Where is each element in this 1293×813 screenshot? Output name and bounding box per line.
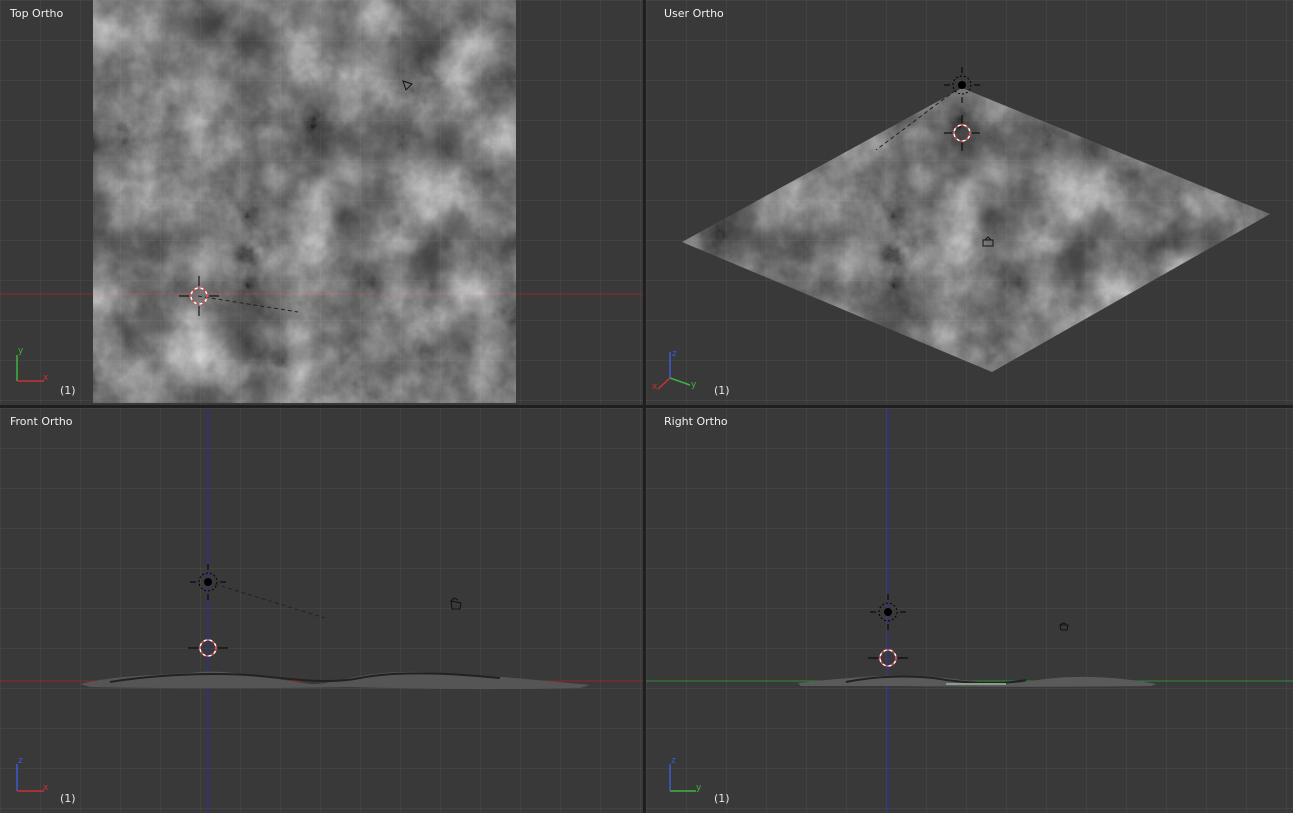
viewport-right-ortho[interactable]: z y Right Ortho (1): [646, 408, 1293, 813]
axis-label-y: y: [696, 783, 702, 793]
viewport-title: Top Ortho: [10, 7, 64, 20]
terrain-mesh: [682, 88, 1270, 372]
axis-label-z: z: [671, 756, 676, 766]
terrain-mesh: [80, 671, 590, 690]
camera-icon[interactable]: [1059, 622, 1069, 631]
axis-label-z: z: [18, 756, 23, 766]
axis-gizmo: z x: [16, 756, 49, 793]
lamp-icon[interactable]: [870, 594, 906, 630]
viewport-title: Right Ortho: [664, 415, 728, 428]
axis-label-x: x: [43, 783, 49, 793]
axis-label-x: x: [43, 373, 49, 383]
viewport-title: User Ortho: [664, 7, 724, 20]
viewport-top-ortho[interactable]: y x Top Ortho (1): [0, 0, 643, 405]
camera-icon[interactable]: [450, 597, 462, 610]
terrain-mesh: [93, 0, 516, 403]
frame-number: (1): [60, 384, 76, 397]
axis-label-y: y: [18, 346, 24, 356]
axis-gizmo: y x: [16, 346, 49, 383]
frame-number: (1): [714, 384, 730, 397]
viewport-user-ortho[interactable]: z y x User Ortho (1): [646, 0, 1293, 405]
frame-number: (1): [714, 792, 730, 805]
axis-label-z: z: [672, 349, 677, 359]
axis-label-x: x: [652, 382, 658, 392]
frame-number: (1): [60, 792, 76, 805]
lamp-icon[interactable]: [190, 564, 226, 600]
axis-gizmo: z y: [669, 756, 702, 793]
axis-gizmo: z y x: [652, 349, 697, 392]
lamp-direction-line: [207, 581, 326, 619]
viewport-front-ortho[interactable]: z x Front Ortho (1): [0, 408, 643, 813]
viewport-title: Front Ortho: [10, 415, 73, 428]
axis-label-y: y: [691, 380, 697, 390]
